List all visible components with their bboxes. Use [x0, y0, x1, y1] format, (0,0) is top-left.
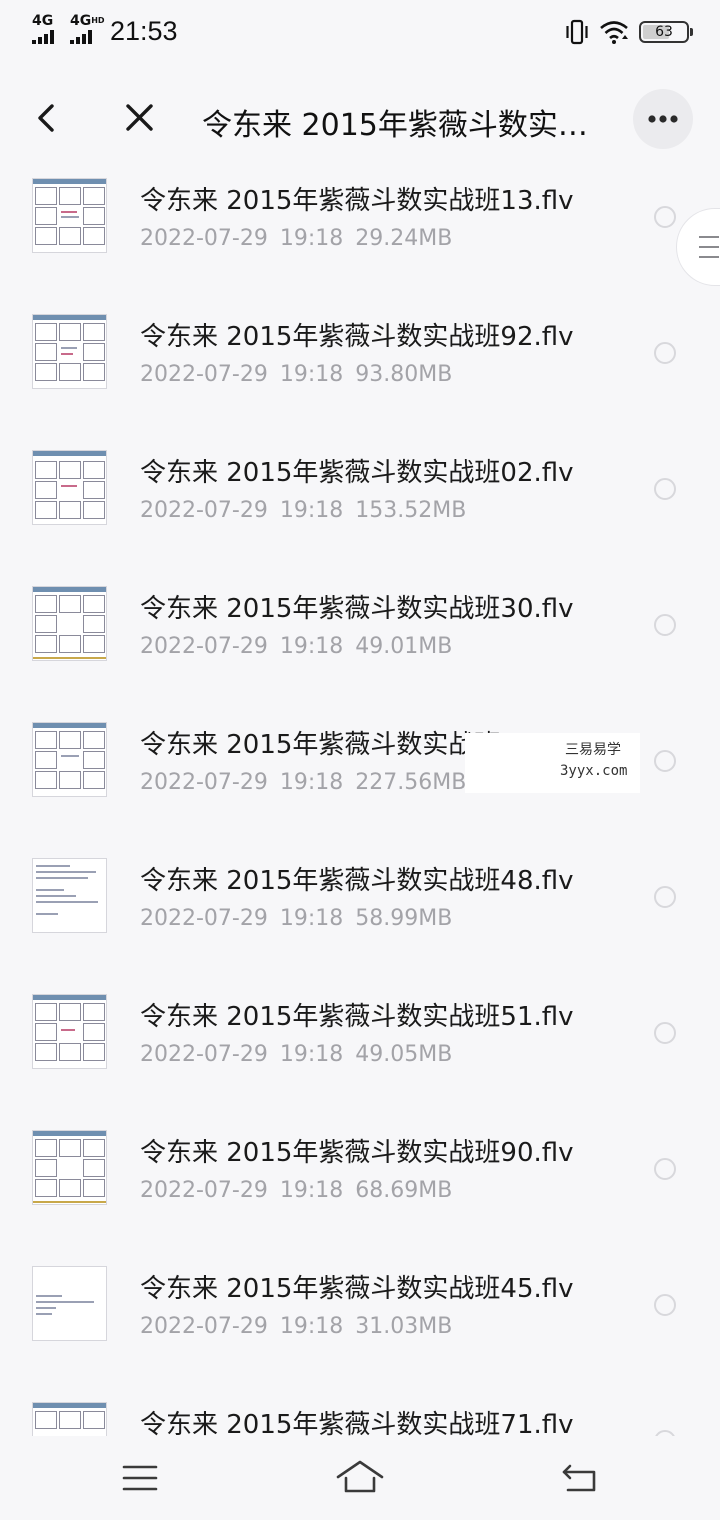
file-date: 2022-07-29	[140, 362, 268, 387]
back-nav-icon[interactable]	[560, 1462, 600, 1494]
video-thumbnail	[32, 994, 107, 1069]
file-size: 58.99MB	[355, 906, 453, 931]
file-meta: 2022-07-29 19:18 49.01MB	[140, 634, 464, 659]
file-meta: 2022-07-29 19:18 153.52MB	[140, 498, 478, 523]
file-time: 19:18	[279, 1042, 344, 1067]
file-meta: 2022-07-29 19:18 31.03MB	[140, 1314, 464, 1339]
file-time: 19:18	[279, 634, 344, 659]
video-thumbnail	[32, 1266, 107, 1341]
file-size: 153.52MB	[355, 498, 467, 523]
close-icon[interactable]	[118, 96, 162, 140]
watermark-url: 3yyx.com	[560, 763, 628, 779]
video-thumbnail	[32, 858, 107, 933]
file-list[interactable]: 令东来 2015年紫薇斗数实战班13.flv 2022-07-29 19:18 29…	[0, 166, 720, 1436]
file-date: 2022-07-29	[140, 498, 268, 523]
file-time: 19:18	[279, 1314, 344, 1339]
video-thumbnail	[32, 314, 107, 389]
file-size: 29.24MB	[355, 226, 453, 251]
select-radio[interactable]	[654, 342, 676, 364]
file-date: 2022-07-29	[140, 906, 268, 931]
file-time: 19:18	[279, 498, 344, 523]
video-thumbnail	[32, 178, 107, 253]
vibrate-icon	[566, 19, 588, 45]
page-title: 令东来 2015年紫薇斗数实…	[202, 108, 588, 143]
watermark-name: 三易易学	[565, 742, 621, 758]
cellular-signal-icon: 4G	[32, 14, 64, 44]
back-icon[interactable]	[28, 96, 68, 140]
file-name: 令东来 2015年紫薇斗数实战班92.flv	[140, 322, 574, 352]
file-size: 227.56MB	[355, 770, 467, 795]
file-time: 19:18	[279, 770, 344, 795]
more-icon	[648, 115, 678, 123]
select-radio[interactable]	[654, 206, 676, 228]
list-item[interactable]: 令东来 2015年紫薇斗数实战班71.flv	[0, 1390, 720, 1436]
select-radio[interactable]	[654, 750, 676, 772]
select-radio[interactable]	[654, 886, 676, 908]
video-thumbnail	[32, 722, 107, 797]
watermark: 三易易学 3yyx.com	[465, 733, 640, 793]
video-thumbnail	[32, 450, 107, 525]
file-meta: 2022-07-29 19:18 29.24MB	[140, 226, 464, 251]
file-name: 令东来 2015年紫薇斗数实战班90.flv	[140, 1138, 574, 1168]
status-time: 21:53	[110, 16, 178, 46]
file-time: 19:18	[279, 226, 344, 251]
network-hd-label: HD	[91, 16, 105, 25]
select-radio[interactable]	[654, 1294, 676, 1316]
file-time: 19:18	[279, 362, 344, 387]
file-meta: 2022-07-29 19:18 49.05MB	[140, 1042, 464, 1067]
list-item[interactable]: 令东来 2015年紫薇斗数实战班48.flv 2022-07-29 19:18 58…	[0, 846, 720, 982]
file-time: 19:18	[279, 906, 344, 931]
battery-level: 63	[655, 24, 673, 40]
list-item[interactable]: 令东来 2015年紫薇斗数实战班02.flv 2022-07-29 19:18 15…	[0, 438, 720, 574]
list-item[interactable]: 令东来 2015年紫薇斗数实战班45.flv 2022-07-29 19:18 31…	[0, 1254, 720, 1390]
file-meta: 2022-07-29 19:18 68.69MB	[140, 1178, 464, 1203]
video-thumbnail	[32, 1402, 107, 1436]
list-item[interactable]: 令东来 2015年紫薇斗数实战班13.flv 2022-07-29 19:18 29…	[0, 166, 720, 302]
network-type-1: 4G	[32, 13, 54, 29]
file-name: 令东来 2015年紫薇斗数实战班51.flv	[140, 1002, 574, 1032]
list-item[interactable]: 令东来 2015年紫薇斗数实战班90.flv 2022-07-29 19:18 68…	[0, 1118, 720, 1254]
battery-indicator: 63	[639, 21, 693, 43]
list-item[interactable]: 令东来 2015年紫薇斗数实战班51.flv 2022-07-29 19:18 49…	[0, 982, 720, 1118]
more-options-button[interactable]	[633, 89, 693, 149]
file-name: 令东来 2015年紫薇斗数实战班30.flv	[140, 594, 574, 624]
menu-icon[interactable]	[122, 1464, 158, 1492]
file-size: 68.69MB	[355, 1178, 453, 1203]
home-icon[interactable]	[335, 1458, 385, 1496]
cellular-signal-hd-icon: 4GHD	[70, 13, 105, 44]
file-date: 2022-07-29	[140, 1314, 268, 1339]
header: 令东来 2015年紫薇斗数实…	[0, 80, 720, 160]
file-date: 2022-07-29	[140, 226, 268, 251]
file-name: 令东来 2015年紫薇斗数实战班13.flv	[140, 186, 574, 216]
select-radio[interactable]	[654, 614, 676, 636]
list-item[interactable]: 令东来 2015年紫薇斗数实战班92.flv 2022-07-29 19:18 93…	[0, 302, 720, 438]
file-name: 令东来 2015年紫薇斗数实战班02.flv	[140, 458, 574, 488]
file-date: 2022-07-29	[140, 1042, 268, 1067]
status-bar: 4G 4GHD 21:53 63	[0, 0, 720, 66]
navigation-bar	[0, 1436, 720, 1520]
file-date: 2022-07-29	[140, 1178, 268, 1203]
file-name: 令东来 2015年紫薇斗数实战班48.flv	[140, 866, 574, 896]
wifi-icon	[600, 21, 628, 44]
file-date: 2022-07-29	[140, 634, 268, 659]
video-thumbnail	[32, 586, 107, 661]
file-size: 49.05MB	[355, 1042, 453, 1067]
file-date: 2022-07-29	[140, 770, 268, 795]
file-time: 19:18	[279, 1178, 344, 1203]
file-meta: 2022-07-29 19:18 227.56MB	[140, 770, 478, 795]
select-radio[interactable]	[654, 478, 676, 500]
file-size: 49.01MB	[355, 634, 453, 659]
file-size: 31.03MB	[355, 1314, 453, 1339]
file-meta: 2022-07-29 19:18 93.80MB	[140, 362, 464, 387]
select-radio[interactable]	[654, 1022, 676, 1044]
video-thumbnail	[32, 1130, 107, 1205]
list-item[interactable]: 令东来 2015年紫薇斗数实战班30.flv 2022-07-29 19:18 49…	[0, 574, 720, 710]
file-size: 93.80MB	[355, 362, 453, 387]
select-radio[interactable]	[654, 1158, 676, 1180]
file-name: 令东来 2015年紫薇斗数实战班45.flv	[140, 1274, 574, 1304]
file-meta: 2022-07-29 19:18 58.99MB	[140, 906, 464, 931]
network-type-2: 4G	[70, 13, 92, 29]
file-name: 令东来 2015年紫薇斗数实战班71.flv	[140, 1410, 574, 1436]
